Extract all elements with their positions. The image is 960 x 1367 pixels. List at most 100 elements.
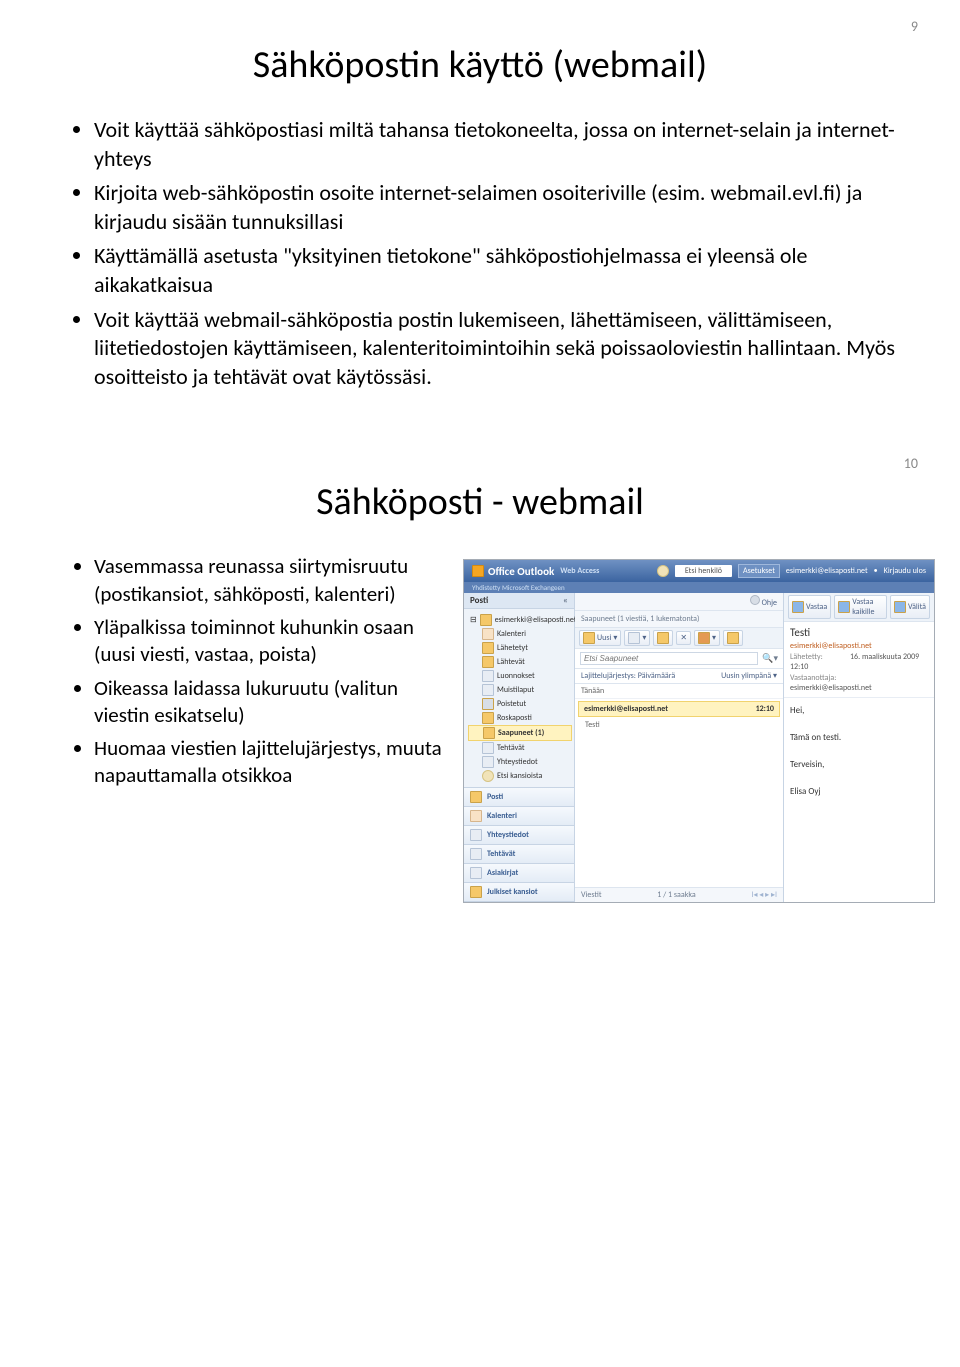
nav-julkiset[interactable]: Julkiset kansiot — [464, 883, 574, 902]
brand-suffix: Web Access — [560, 566, 599, 576]
folder-icon — [482, 656, 494, 668]
tree-item[interactable]: Lähtevät — [468, 655, 572, 669]
tree-item[interactable]: Roskaposti — [468, 711, 572, 725]
message-row[interactable]: esimerkki@elisaposti.net 12:10 — [578, 701, 780, 717]
bullet: Oikeassa laidassa lukuruutu (valitun vie… — [94, 675, 455, 730]
list-toolbar: Uusi▾ ▾ ✕ ▾ — [575, 628, 783, 649]
slide2-title: Sähköposti - webmail — [60, 479, 900, 525]
bullet: Käyttämällä asetusta "yksityinen tietoko… — [94, 242, 900, 299]
body-line: Terveisin, — [790, 758, 928, 772]
folder-icon — [482, 642, 494, 654]
folder-tree: ⊟esimerkki@elisaposti.net Kalenteri Lähe… — [464, 609, 574, 787]
to-value: esimerkki@elisaposti.net — [790, 683, 872, 693]
slide1-bullets: Voit käyttää sähköpostiasi miltä tahansa… — [60, 116, 900, 391]
nav-tehtavat[interactable]: Tehtävät — [464, 845, 574, 864]
tree-item[interactable]: Muistilaput — [468, 683, 572, 697]
logout-link[interactable]: Kirjaudu ulos — [884, 566, 926, 576]
tree-item-selected[interactable]: Saapuneet (1) — [468, 725, 572, 741]
body-line: Tämä on testi. — [790, 731, 928, 745]
help-link[interactable]: Ohje — [575, 593, 783, 611]
forward-button[interactable]: Välitä — [890, 595, 930, 619]
search-person-icon — [657, 565, 669, 577]
search-icon[interactable]: 🔍▾ — [762, 653, 778, 664]
public-folder-icon — [470, 886, 482, 898]
toolbar-btn[interactable]: ▾ — [624, 630, 650, 646]
bullet: Kirjoita web-sähköpostin osoite internet… — [94, 179, 900, 236]
new-button[interactable]: Uusi▾ — [579, 630, 621, 646]
message-list-pane: Ohje Saapuneet (1 viestiä, 1 lukematonta… — [575, 593, 784, 902]
pager-icons[interactable]: I◂ ◂ ▸ ▸I — [751, 890, 777, 900]
message-from: esimerkki@elisaposti.net — [584, 704, 668, 714]
mock-sidebar: Posti « ⊟esimerkki@elisaposti.net Kalent… — [464, 593, 575, 902]
tree-item[interactable]: Kalenteri — [468, 627, 572, 641]
outlook-logo-icon — [472, 565, 484, 577]
brand-label: Office Outlook — [488, 565, 554, 578]
reply-button[interactable]: Vastaa — [788, 595, 831, 619]
owner-line: Yhdistetty Microsoft Exchangeen — [464, 582, 934, 593]
delete-button[interactable]: ✕ — [676, 631, 691, 645]
calendar-icon — [470, 810, 482, 822]
tree-item[interactable]: Tehtävät — [468, 741, 572, 755]
reading-body: Hei, Tämä on testi. Terveisin, Elisa Oyj — [784, 698, 934, 805]
tree-item[interactable]: Poistetut — [468, 697, 572, 711]
list-footer: Viestit 1 / 1 saakka I◂ ◂ ▸ ▸I — [575, 887, 783, 902]
sidebar-section-posti: Posti « — [464, 593, 574, 609]
slide1-title: Sähköpostin käyttö (webmail) — [60, 42, 900, 88]
contacts-icon — [482, 756, 494, 768]
message-subject: Testi — [575, 719, 783, 887]
search-person-field[interactable]: Etsi henkilö — [675, 565, 732, 577]
list-header: Saapuneet (1 viestiä, 1 lukematonta) — [575, 611, 783, 628]
nav-asiakirjat[interactable]: Asiakirjat — [464, 864, 574, 883]
reading-header: Testi esimerkki@elisaposti.net Lähetetty… — [784, 622, 934, 698]
footer-label: Viestit — [581, 890, 602, 900]
view-icon — [628, 632, 640, 644]
sent-label: Lähetetty: — [790, 652, 850, 662]
tree-item[interactable]: Lähetetyt — [468, 641, 572, 655]
tree-item[interactable]: Luonnokset — [468, 669, 572, 683]
reading-toolbar: Vastaa Vastaa kaikille Välitä — [784, 593, 934, 622]
day-group: Tänään — [575, 684, 783, 699]
toolbar-btn[interactable] — [653, 630, 673, 646]
tree-root[interactable]: ⊟esimerkki@elisaposti.net — [468, 613, 572, 627]
tree-item[interactable]: Etsi kansioista — [468, 769, 572, 783]
slide-1: 9 Sähköpostin käyttö (webmail) Voit käyt… — [0, 0, 960, 437]
list-search-input[interactable] — [580, 652, 758, 665]
slide2-bullets: Vasemmassa reunassa siirtymisruutu (post… — [60, 553, 455, 789]
mailbox-icon — [480, 614, 492, 626]
body-line: Hei, — [790, 704, 928, 718]
toolbar-btn[interactable] — [723, 630, 743, 646]
reading-pane: Vastaa Vastaa kaikille Välitä Testi esim… — [784, 593, 934, 902]
inbox-icon — [483, 727, 495, 739]
documents-icon — [470, 867, 482, 879]
reading-subject: Testi — [790, 626, 928, 639]
toolbar-btn[interactable]: ▾ — [694, 630, 720, 646]
move-icon — [657, 632, 669, 644]
nav-kalenteri[interactable]: Kalenteri — [464, 807, 574, 826]
forward-icon — [894, 601, 906, 613]
new-mail-icon — [583, 632, 595, 644]
nav-posti[interactable]: Posti — [464, 788, 574, 807]
tree-item[interactable]: Yhteystiedot — [468, 755, 572, 769]
calendar-icon — [482, 628, 494, 640]
collapse-icon[interactable]: « — [563, 595, 568, 606]
outlook-screenshot: Office Outlook Web Access Etsi henkilö A… — [463, 559, 935, 903]
bullet: Voit käyttää sähköpostiasi miltä tahansa… — [94, 116, 900, 173]
nav-yhteystiedot[interactable]: Yhteystiedot — [464, 826, 574, 845]
user-email: esimerkki@elisaposti.net — [786, 566, 868, 576]
body-line: Elisa Oyj — [790, 785, 928, 799]
bullet: Voit käyttää webmail-sähköpostia postin … — [94, 306, 900, 392]
bullet: Yläpalkissa toiminnot kuhunkin osaan (uu… — [94, 614, 455, 669]
flag-icon — [698, 632, 710, 644]
sort-direction: Uusin ylimpänä ▾ — [721, 671, 777, 681]
reply-all-button[interactable]: Vastaa kaikille — [834, 595, 887, 619]
sort-label: Lajittelujärjestys: Päivämäärä — [581, 671, 675, 681]
junk-icon — [482, 712, 494, 724]
footer-page: 1 / 1 saakka — [657, 890, 695, 900]
sort-bar[interactable]: Lajittelujärjestys: Päivämäärä Uusin yli… — [575, 669, 783, 684]
options-button[interactable]: Asetukset — [738, 564, 780, 578]
tasks-icon — [470, 848, 482, 860]
mock-header: Office Outlook Web Access Etsi henkilö A… — [464, 560, 934, 582]
help-icon — [750, 595, 760, 605]
bullet: Vasemmassa reunassa siirtymisruutu (post… — [94, 553, 455, 608]
check-mail-icon — [727, 632, 739, 644]
